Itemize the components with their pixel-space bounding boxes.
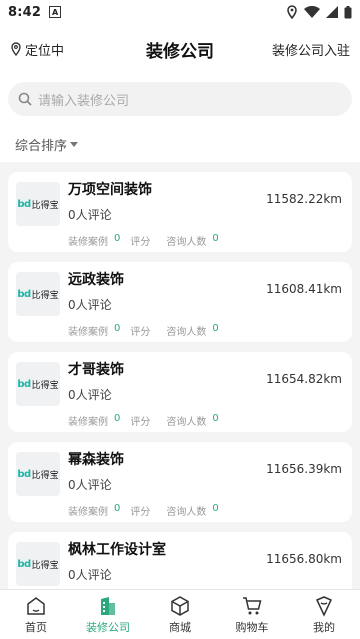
search-container: 请输入装修公司 — [0, 74, 360, 126]
company-distance: 11608.41km — [266, 282, 342, 296]
wifi-icon — [304, 6, 320, 18]
company-reviews: 0人评论 — [68, 568, 112, 582]
company-reviews: 0人评论 — [68, 478, 112, 492]
search-input[interactable]: 请输入装修公司 — [8, 82, 352, 116]
signal-icon — [326, 6, 338, 18]
company-reviews: 0人评论 — [68, 298, 112, 312]
search-placeholder: 请输入装修公司 — [38, 93, 130, 109]
top-header: 定位中 装修公司 装修公司入驻 — [0, 24, 360, 74]
bottom-tab-bar: 首页 装修公司 商城 购物车 我的 — [0, 589, 360, 639]
location-selector[interactable]: 定位中 — [10, 40, 64, 59]
battery-icon — [344, 5, 352, 18]
sort-label: 综合排序 — [15, 138, 68, 154]
sort-dropdown[interactable]: 综合排序 — [0, 126, 360, 162]
company-distance: 11656.80km — [266, 552, 342, 566]
company-distance: 11654.82km — [266, 372, 342, 386]
company-card[interactable]: bd 比得宝 才哥装饰 0人评论 装修案例 0 评分 咨询人数 0 11654.82k… — [8, 352, 352, 432]
company-distance: 11582.22km — [266, 192, 342, 206]
company-distance: 11656.39km — [266, 462, 342, 476]
company-card[interactable]: bd 比得宝 万项空间装饰 0人评论 装修案例 0 评分 咨询人数 0 11582.2… — [8, 172, 352, 252]
box-icon — [169, 595, 191, 617]
building-icon — [97, 595, 119, 617]
company-card[interactable]: bd 比得宝 幂森装饰 0人评论 装修案例 0 评分 咨询人数 0 11656.39k… — [8, 442, 352, 522]
company-reviews: 0人评论 — [68, 208, 112, 222]
tab-home[interactable]: 首页 — [6, 595, 66, 635]
user-icon — [313, 595, 335, 617]
company-logo: bd 比得宝 — [16, 452, 60, 496]
status-bar: 8:42 A — [0, 0, 360, 24]
page-title: 装修公司 — [146, 41, 214, 62]
tab-mall[interactable]: 商城 — [150, 595, 210, 635]
search-icon — [18, 92, 32, 106]
company-stats: 装修案例 0 评分 咨询人数 0 — [68, 503, 219, 518]
company-stats: 装修案例 0 评分 咨询人数 0 — [68, 323, 219, 338]
status-icons — [286, 5, 352, 19]
home-icon — [25, 595, 47, 617]
company-logo: bd 比得宝 — [16, 272, 60, 316]
tab-cart[interactable]: 购物车 — [222, 595, 282, 635]
join-button[interactable]: 装修公司入驻 — [272, 40, 350, 59]
company-stats: 装修案例 0 评分 咨询人数 0 — [68, 233, 219, 248]
company-logo: bd 比得宝 — [16, 182, 60, 226]
company-stats: 装修案例 0 评分 咨询人数 0 — [68, 413, 219, 428]
location-status-icon — [287, 5, 297, 19]
status-time: 8:42 — [8, 4, 42, 20]
status-badge: A — [49, 6, 62, 18]
company-list: bd 比得宝 万项空间装饰 0人评论 装修案例 0 评分 咨询人数 0 11582.2… — [0, 162, 360, 612]
chevron-down-icon — [70, 141, 79, 147]
cart-icon — [241, 595, 263, 617]
company-logo: bd 比得宝 — [16, 542, 60, 586]
location-label: 定位中 — [25, 43, 65, 59]
company-logo: bd 比得宝 — [16, 362, 60, 406]
tab-companies[interactable]: 装修公司 — [78, 595, 138, 635]
company-reviews: 0人评论 — [68, 388, 112, 402]
location-pin-icon — [11, 42, 21, 56]
tab-profile[interactable]: 我的 — [294, 595, 354, 635]
company-card[interactable]: bd 比得宝 远政装饰 0人评论 装修案例 0 评分 咨询人数 0 11608.41k… — [8, 262, 352, 342]
